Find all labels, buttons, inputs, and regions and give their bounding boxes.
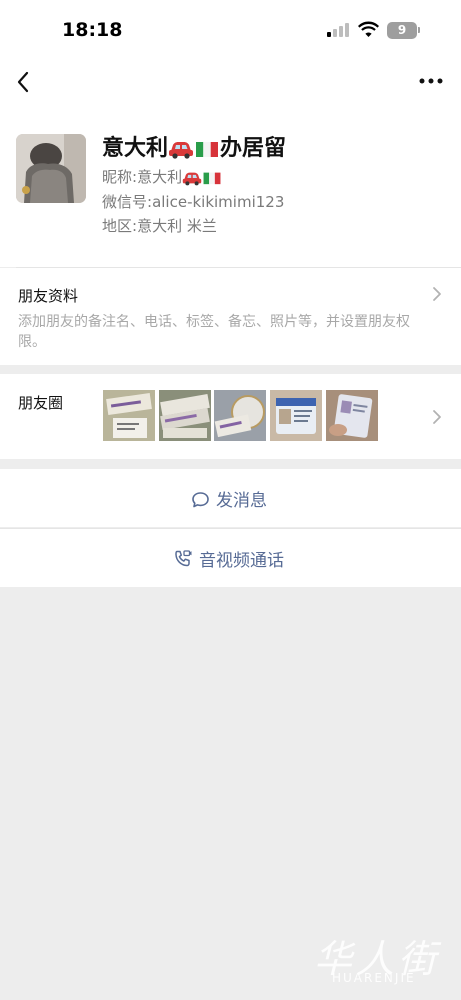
chevron-right-icon [433, 410, 441, 424]
profile-header: 意大利 办居留 昵称:意大利 微信号:alice-kikimimi123 地区:… [0, 108, 461, 267]
watermark-logo: 华人街 HUARENJIE [310, 928, 445, 990]
moments-thumbnail [270, 390, 322, 441]
friend-info-title: 朋友资料 [18, 287, 79, 305]
send-message-content: 发消息 [191, 486, 267, 511]
chat-bubble-icon [192, 492, 209, 508]
watermark-english: HUARENJIE [332, 971, 416, 985]
moments-thumbnail [214, 390, 266, 441]
chevron-right-icon [433, 287, 441, 301]
send-message-button[interactable]: 发消息 [0, 469, 461, 527]
nickname-label: 昵称: [102, 168, 138, 186]
red-car-emoji-icon [169, 142, 194, 159]
italy-flag-emoji-icon [203, 172, 221, 184]
red-car-emoji-icon [182, 172, 202, 185]
profile-name-text: 意大利 [102, 136, 169, 161]
battery-tip [418, 27, 420, 33]
nav-bar [0, 58, 461, 108]
moments-title: 朋友圈 [18, 394, 64, 412]
avatar[interactable] [16, 134, 86, 203]
video-call-button[interactable]: 音视频通话 [0, 529, 461, 587]
moments-row[interactable]: 朋友圈 [0, 374, 461, 459]
chevron-left-icon[interactable] [14, 70, 32, 94]
moments-thumbnail [103, 390, 155, 441]
friend-info-description: 添加朋友的备注名、电话、标签、备忘、照片等，并设置朋友权限。 [18, 314, 410, 350]
battery-indicator: 9 [387, 22, 417, 39]
phone-video-icon [175, 550, 192, 567]
moments-thumbnail [326, 390, 378, 441]
status-bar: 18:18 9 [0, 0, 461, 58]
nickname-value: 意大利 [137, 168, 183, 186]
profile-name: 意大利 办居留 [102, 130, 286, 162]
region-line: 地区:意大利 米兰 [102, 215, 217, 236]
status-time: 18:18 [62, 19, 123, 41]
ellipsis-icon[interactable] [418, 76, 444, 86]
friend-info-row[interactable]: 朋友资料 添加朋友的备注名、电话、标签、备忘、照片等，并设置朋友权限。 [0, 268, 461, 365]
wifi-icon [358, 21, 379, 37]
wechat-id-label: 微信号: [102, 193, 153, 211]
region-value: 意大利 米兰 [137, 217, 217, 235]
video-call-label: 音视频通话 [199, 551, 284, 571]
profile-name-suffix: 办居留 [220, 136, 287, 161]
send-message-label: 发消息 [216, 491, 267, 511]
wechat-id-line: 微信号:alice-kikimimi123 [102, 191, 284, 212]
wechat-id-value[interactable]: alice-kikimimi123 [152, 193, 284, 211]
avatar-photo [16, 134, 86, 203]
region-label: 地区: [102, 217, 138, 235]
italy-flag-emoji-icon [196, 142, 219, 157]
cellular-signal-icon [327, 23, 349, 37]
nickname-line: 昵称:意大利 [102, 166, 222, 187]
video-call-content: 音视频通话 [173, 546, 284, 571]
moments-thumbnail [159, 390, 211, 441]
